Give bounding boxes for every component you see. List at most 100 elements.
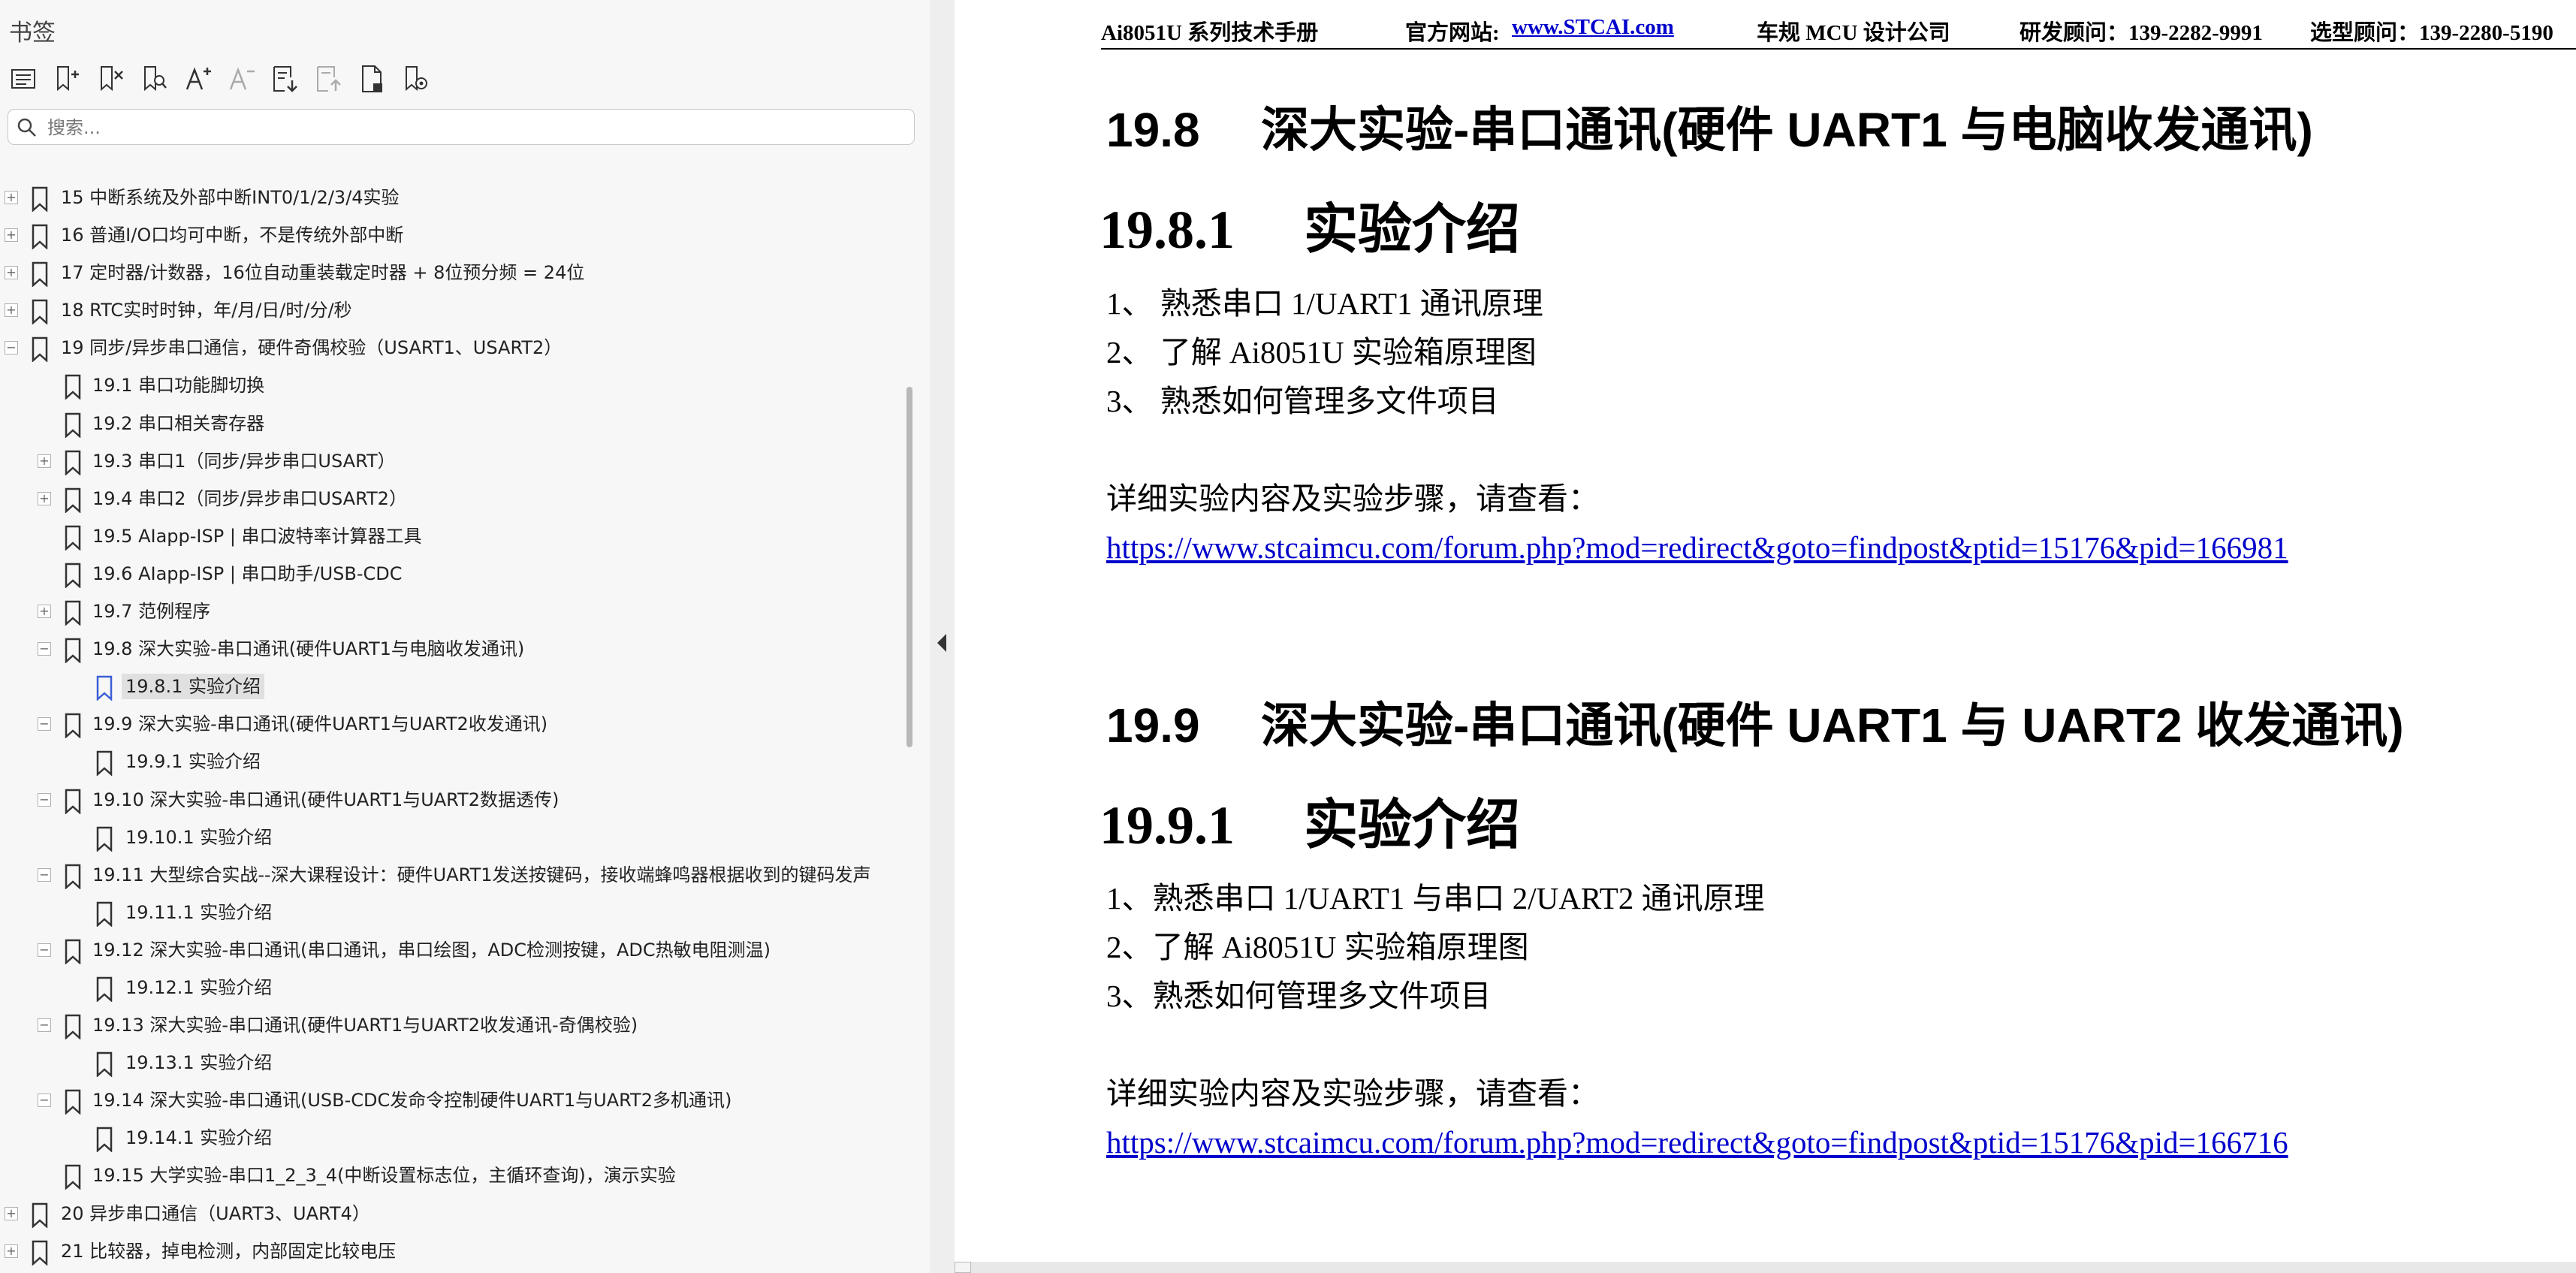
heading-number: 19.8.1	[1099, 200, 1235, 260]
heading-19-9: 19.9 深大实验-串口通讯(硬件 UART1 与 UART2 收发通讯)	[1106, 695, 2404, 756]
tree-item[interactable]: 19.5 AIapp-ISP | 串口波特率计算器工具	[0, 517, 897, 555]
manual-title: Ai8051U 系列技术手册	[1101, 21, 1319, 45]
expand-icon[interactable]: +	[38, 605, 51, 619]
tree-item-label: 19.9.1 实验介绍	[125, 751, 261, 773]
forum-link[interactable]: https://www.stcaimcu.com/forum.php?mod=r…	[1106, 1120, 2288, 1165]
bookmark-settings-icon[interactable]	[400, 60, 431, 98]
expand-icon[interactable]: +	[5, 266, 18, 280]
tree-item-label: 18 RTC实时时钟，年/月/日/时/分/秒	[61, 300, 352, 321]
tree-item[interactable]: − 19 同步/异步串口通信，硬件奇偶校验（USART1、USART2）	[0, 329, 897, 367]
tree-item[interactable]: 19.15 大学实验-串口1_2_3_4(中断设置标志位，主循环查询)，演示实验	[0, 1157, 897, 1194]
tree-item[interactable]: +20 异步串口通信（UART3、UART4）	[0, 1195, 897, 1232]
tree-item[interactable]: − 19.13 深大实验-串口通讯(硬件UART1与UART2收发通讯-奇偶校验)	[0, 1006, 897, 1044]
tree-item-label: 17 定时器/计数器，16位自动重装载定时器 + 8位预分频 = 24位	[61, 262, 585, 284]
decrease-font-icon[interactable]	[225, 60, 257, 98]
bookmark-icon	[65, 789, 81, 814]
tree-item[interactable]: 19.14.1 实验介绍	[0, 1119, 897, 1157]
tree-item[interactable]: − 19.10 深大实验-串口通讯(硬件UART1与UART2数据透传)	[0, 781, 897, 819]
expand-icon[interactable]: +	[38, 491, 51, 505]
tree-item[interactable]: − 19.9 深大实验-串口通讯(硬件UART1与UART2收发通讯)	[0, 705, 897, 743]
tree-item[interactable]: − 19.8 深大实验-串口通讯(硬件UART1与电脑收发通讯)	[0, 630, 897, 668]
add-bookmark-icon[interactable]	[51, 60, 83, 98]
tree-item[interactable]: 19.1 串口功能脚切换	[0, 367, 897, 404]
forum-link[interactable]: https://www.stcaimcu.com/forum.php?mod=r…	[1106, 525, 2288, 570]
tree-item[interactable]: 19.9.1 实验介绍	[0, 743, 897, 780]
tree-item-label: 19.10 深大实验-串口通讯(硬件UART1与UART2数据透传)	[92, 789, 560, 810]
bookmark-icon	[65, 600, 81, 626]
page-header: Ai8051U 系列技术手册 官方网站: www.STCAI.com 车规 MC…	[1101, 15, 2576, 50]
expand-icon[interactable]: +	[5, 303, 18, 318]
bookmark-icon	[96, 976, 113, 1002]
outline-view-icon[interactable]	[8, 60, 39, 98]
tree-item[interactable]: +18 RTC实时时钟，年/月/日/时/分/秒	[0, 291, 897, 329]
horizontal-scrollbar[interactable]	[955, 1262, 2576, 1273]
collapse-icon[interactable]: −	[38, 642, 51, 656]
bookmark-icon	[96, 751, 113, 777]
bookmark-icon	[32, 337, 48, 363]
expand-icon[interactable]: +	[5, 1206, 18, 1220]
tree-item[interactable]: +17 定时器/计数器，16位自动重装载定时器 + 8位预分频 = 24位	[0, 254, 897, 291]
tree-item[interactable]: +19.3 串口1（同步/异步串口USART）	[0, 442, 897, 480]
tree-item-label: 19.11 大型综合实战--深大课程设计：硬件UART1发送按键码，接收端蜂鸣器…	[92, 864, 871, 885]
bookmark-icon	[96, 901, 113, 927]
tree-item-label: 19.8 深大实验-串口通讯(硬件UART1与电脑收发通讯)	[92, 638, 525, 660]
increase-font-icon[interactable]	[182, 60, 213, 98]
expand-icon[interactable]: +	[5, 228, 18, 243]
detail-text: 详细实验内容及实验步骤，请查看：	[1106, 1076, 1599, 1111]
tree-item[interactable]: 19.2 串口相关寄存器	[0, 405, 897, 442]
heading-19-9-1: 19.9.1 实验介绍	[1099, 794, 1520, 857]
collapse-icon[interactable]: −	[38, 867, 51, 882]
page-bookmark-icon[interactable]	[356, 60, 388, 98]
collapse-icon[interactable]: −	[38, 792, 51, 807]
expand-icon[interactable]: +	[5, 191, 18, 204]
expand-icon[interactable]: +	[5, 1244, 18, 1258]
collapse-icon[interactable]: −	[38, 1018, 51, 1033]
tree-item[interactable]: − 19.11 大型综合实战--深大课程设计：硬件UART1发送按键码，接收端蜂鸣…	[0, 856, 897, 894]
selector-phone: 选型顾问：139-2280-5190	[2310, 21, 2553, 45]
tree-item[interactable]: +15 中断系统及外部中断INT0/1/2/3/4实验	[0, 179, 897, 216]
expand-icon[interactable]: +	[38, 454, 51, 468]
bookmark-icon	[96, 1127, 113, 1153]
tree-item[interactable]: 19.13.1 实验介绍	[0, 1044, 897, 1081]
tree-item-label: 19.10.1 实验介绍	[125, 826, 273, 848]
collapse-icon[interactable]: −	[38, 943, 51, 957]
delete-bookmark-icon[interactable]	[95, 60, 126, 98]
tree-item-label: 19.8.1 实验介绍	[122, 674, 264, 700]
bookmark-icon	[32, 224, 48, 250]
bookmark-icon	[96, 1051, 113, 1078]
find-bookmark-icon[interactable]	[138, 60, 170, 98]
tree-item[interactable]: +19.7 范例程序	[0, 593, 897, 630]
scrollbar-thumb[interactable]	[906, 387, 912, 747]
tree-item-label: 16 普通I/O口均可中断，不是传统外部中断	[61, 225, 404, 246]
tree-item[interactable]: 19.10.1 实验介绍	[0, 819, 897, 856]
panel-title: 书签	[9, 20, 56, 47]
tree-item[interactable]: +19.4 串口2（同步/异步串口USART2）	[0, 480, 897, 517]
tree-item[interactable]: − 19.12 深大实验-串口通讯(串口通讯，串口绘图，ADC检测按键，ADC热敏…	[0, 931, 897, 969]
collapse-icon[interactable]: −	[38, 717, 51, 732]
tree-item-label: 19.6 AIapp-ISP | 串口助手/USB-CDC	[92, 563, 403, 584]
collapse-icon[interactable]: −	[38, 1094, 51, 1108]
bookmark-toolbar	[8, 60, 443, 98]
detail-text: 详细实验内容及实验步骤，请查看：	[1106, 481, 1599, 516]
collapse-icon[interactable]: −	[5, 341, 18, 355]
tree-item[interactable]: 19.12.1 实验介绍	[0, 969, 897, 1006]
search-input[interactable]	[46, 113, 905, 142]
tree-item-label: 19 同步/异步串口通信，硬件奇偶校验（USART1、USART2）	[61, 337, 563, 359]
tree-item-label: 19.14.1 实验介绍	[125, 1127, 273, 1149]
tree-item[interactable]: +21 比较器，掉电检测，内部固定比较电压	[0, 1232, 897, 1270]
collapse-panel-icon[interactable]	[935, 632, 949, 656]
tree-item[interactable]: +16 普通I/O口均可中断，不是传统外部中断	[0, 216, 897, 254]
tree-item[interactable]: 19.11.1 实验介绍	[0, 894, 897, 931]
site-link[interactable]: www.STCAI.com	[1512, 15, 1674, 40]
tree-item[interactable]: − 19.14 深大实验-串口通讯(USB-CDC发命令控制硬件UART1与UAR…	[0, 1081, 897, 1119]
tree-item[interactable]: 19.6 AIapp-ISP | 串口助手/USB-CDC	[0, 555, 897, 593]
bookmark-icon	[65, 864, 81, 889]
heading-number: 19.9.1	[1099, 795, 1235, 855]
tree-item-label: 19.12 深大实验-串口通讯(串口通讯，串口绘图，ADC检测按键，ADC热敏电…	[92, 939, 771, 961]
collapse-all-icon[interactable]	[312, 60, 344, 98]
tree-item-label: 19.12.1 实验介绍	[125, 976, 273, 998]
tree-item[interactable]: 19.8.1 实验介绍	[0, 668, 897, 705]
bookmark-tree: +15 中断系统及外部中断INT0/1/2/3/4实验 +16 普通I/O口均可中…	[0, 179, 897, 1270]
bookmark-icon	[65, 1014, 81, 1040]
expand-all-icon[interactable]	[269, 60, 300, 98]
